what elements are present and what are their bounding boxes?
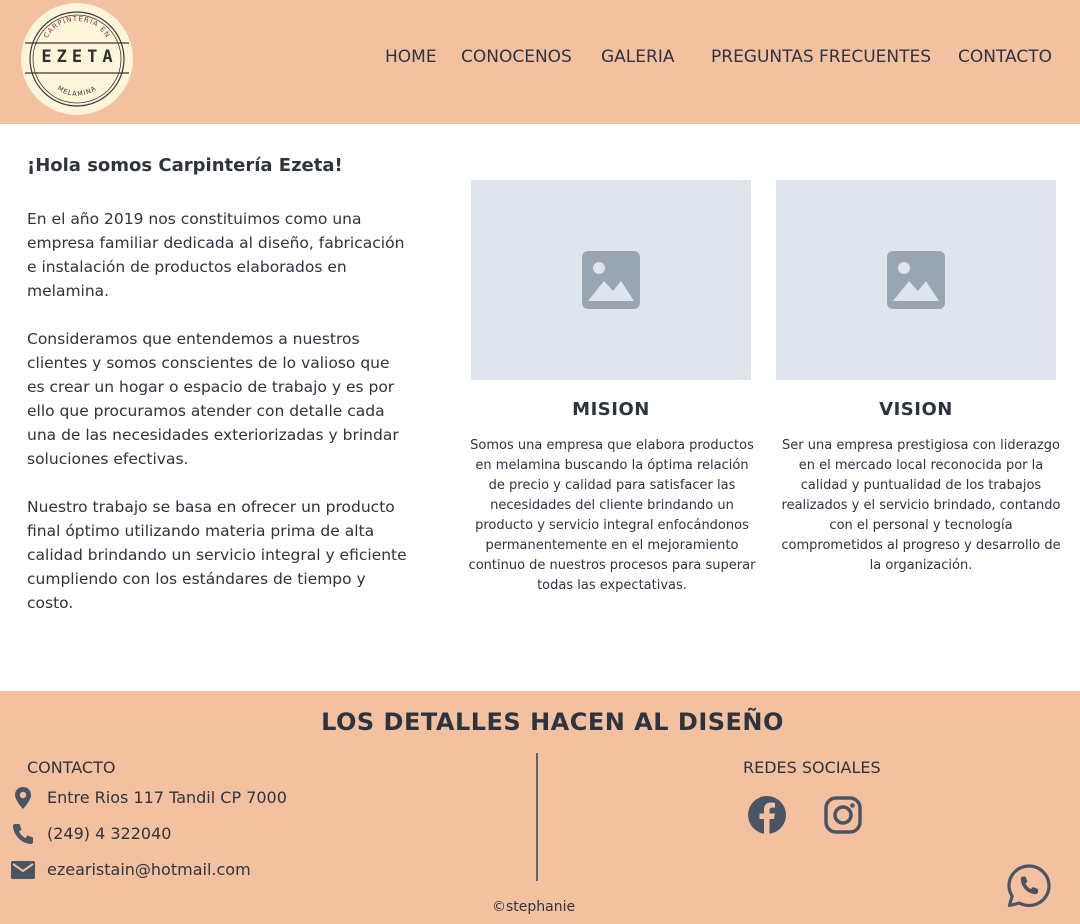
vision-text: Ser una empresa prestigiosa con liderazg… [781, 438, 1061, 573]
social-heading: REDES SOCIALES [743, 758, 881, 777]
nav-contacto[interactable]: CONTACTO [958, 47, 1052, 67]
location-pin-icon [15, 787, 31, 809]
nav-preguntas-frecuentes[interactable]: PREGUNTAS FRECUENTES [711, 47, 931, 67]
whatsapp-icon[interactable] [1006, 863, 1052, 909]
footer-divider [536, 753, 538, 881]
address-text: Entre Rios 117 Tandil CP 7000 [47, 788, 287, 807]
facebook-icon[interactable] [747, 795, 787, 835]
email-icon [11, 861, 35, 879]
nav-galeria[interactable]: GALERIA [601, 47, 674, 67]
phone-text[interactable]: (249) 4 322040 [47, 824, 171, 843]
intro-title: ¡Hola somos Carpintería Ezeta! [27, 155, 343, 176]
vision-image [776, 180, 1056, 380]
contact-heading: CONTACTO [27, 758, 116, 777]
nav-home[interactable]: HOME [385, 47, 437, 67]
logo-wordmark: EZETA [41, 47, 118, 67]
instagram-icon[interactable] [823, 795, 863, 835]
phone-icon [13, 824, 33, 844]
svg-text:MELAMINA: MELAMINA [56, 84, 98, 98]
intro-paragraph: Consideramos que entendemos a nuestros c… [27, 330, 399, 468]
mision-title: MISION [572, 399, 650, 420]
mision-text: Somos una empresa que elabora productos … [468, 438, 756, 593]
site-header: CARPINTERIA EN MELAMINA EZETA HOME CONOC… [0, 0, 1080, 124]
copyright-text: ©stephanie [492, 899, 576, 915]
site-footer: LOS DETALLES HACEN AL DISEÑO CONTACTO En… [0, 691, 1080, 924]
image-placeholder-icon [582, 251, 640, 309]
intro-paragraph: En el año 2019 nos constituimos como una… [27, 210, 405, 300]
nav-conocenos[interactable]: CONOCENOS [461, 47, 572, 67]
image-placeholder-icon [887, 251, 945, 309]
footer-title: LOS DETALLES HACEN AL DISEÑO [321, 708, 784, 736]
email-text[interactable]: ezearistain@hotmail.com [47, 860, 251, 879]
intro-paragraph: Nuestro trabajo se basa en ofrecer un pr… [27, 498, 407, 612]
logo-bottom-arc-text: MELAMINA [56, 84, 97, 98]
vision-title: VISION [879, 399, 953, 420]
mision-image [471, 180, 751, 380]
brand-logo[interactable]: CARPINTERIA EN MELAMINA EZETA [21, 3, 133, 115]
